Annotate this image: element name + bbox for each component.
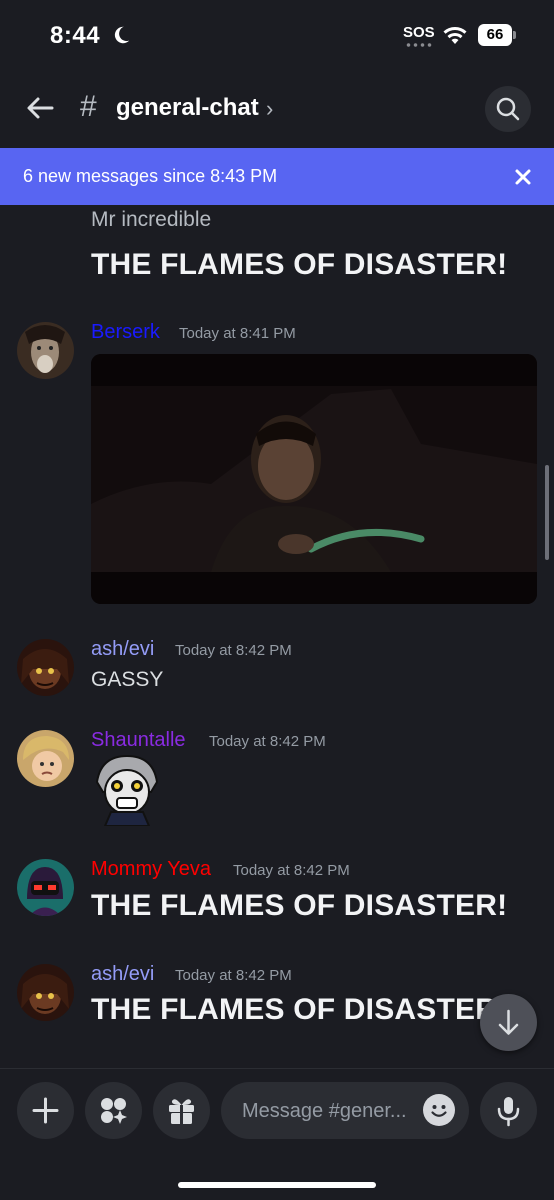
wifi-icon [443,27,467,44]
sos-indicator: SOS [403,24,435,41]
close-icon[interactable] [510,164,536,190]
message-input[interactable]: Message #gener... [221,1082,469,1139]
message-text: THE FLAMES OF DISASTER! [91,889,508,922]
message-composer: Message #gener... [0,1068,554,1200]
avatar[interactable] [17,730,74,787]
video-attachment[interactable] [91,354,537,604]
avatar-image [17,964,74,1021]
search-button[interactable] [485,86,531,132]
message-author[interactable]: Shauntalle [91,729,186,752]
sticker-attachment[interactable] [91,752,163,827]
message-text: THE FLAMES OF DISASTER! [91,248,508,281]
apps-icon [101,1098,127,1124]
video-frame [91,354,537,604]
message-author[interactable]: ash/evi [91,638,154,661]
arrow-down-icon [498,1009,519,1035]
avatar-image [17,639,74,696]
avatar[interactable] [17,639,74,696]
message-list[interactable]: Mr incredible THE FLAMES OF DISASTER! Be… [0,205,554,1068]
message-text: THE FLAMES OF DISASTER! [91,993,508,1026]
hash-icon: # [80,90,97,123]
message-input-placeholder: Message #gener... [242,1100,407,1122]
avatar-image [17,322,74,379]
jump-to-latest-button[interactable] [480,994,537,1051]
new-messages-banner[interactable]: 6 new messages since 8:43 PM [0,148,554,205]
message-text: Mr incredible [91,208,212,231]
status-bar: 8:44 SOS 66 [0,0,554,72]
message-timestamp: Today at 8:42 PM [233,862,350,879]
message-timestamp: Today at 8:41 PM [179,325,296,342]
emoji-button[interactable] [423,1094,455,1126]
moon-icon [114,26,130,44]
add-attachment-button[interactable] [17,1082,74,1139]
new-messages-text: 6 new messages since 8:43 PM [23,166,278,186]
message-author[interactable]: ash/evi [91,963,154,986]
avatar-image [17,730,74,787]
microphone-icon [497,1097,520,1127]
battery-level: 66 [486,26,504,43]
message-timestamp: Today at 8:42 PM [175,642,292,659]
message-timestamp: Today at 8:42 PM [209,733,326,750]
channel-header: # general-chat › [0,72,554,148]
apps-button[interactable] [85,1082,142,1139]
smiley-icon [431,1105,447,1117]
channel-title[interactable]: general-chat [116,94,259,122]
message-text: GASSY [91,668,164,691]
sticker-image [95,754,159,827]
gift-button[interactable] [153,1082,210,1139]
scrollbar[interactable] [545,465,549,560]
avatar[interactable] [17,322,74,379]
home-indicator [178,1182,376,1188]
message-timestamp: Today at 8:42 PM [175,967,292,984]
battery-indicator: 66 [478,24,512,46]
search-icon [496,97,520,121]
signal-dots [405,43,433,47]
voice-message-button[interactable] [480,1082,537,1139]
avatar[interactable] [17,859,74,916]
back-arrow-icon[interactable] [22,90,58,126]
avatar-image [17,859,74,916]
gift-icon [169,1099,194,1124]
plus-icon [32,1097,59,1124]
status-time: 8:44 [50,22,101,49]
message-author[interactable]: Mommy Yeva [91,858,211,881]
message-author[interactable]: Berserk [91,321,160,344]
chevron-right-icon[interactable]: › [266,96,273,122]
battery-tip [513,31,516,39]
avatar[interactable] [17,964,74,1021]
